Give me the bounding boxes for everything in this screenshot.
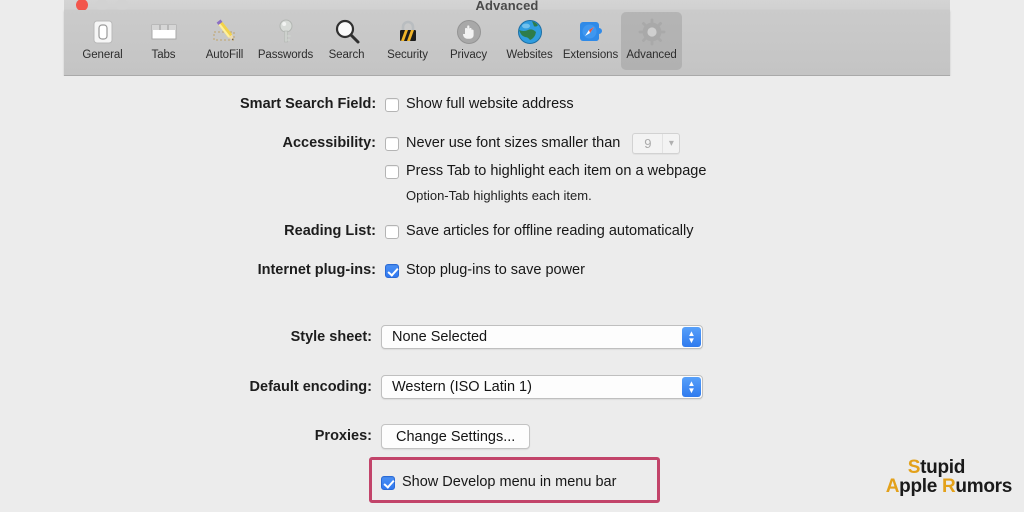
toolbar-label: Extensions	[562, 49, 619, 61]
passwords-icon	[269, 16, 303, 48]
search-icon	[330, 16, 364, 48]
toolbar-item-extensions[interactable]: Extensions	[560, 12, 621, 70]
press-tab-highlight-checkbox[interactable]	[385, 164, 399, 179]
security-icon	[391, 16, 425, 48]
preferences-toolbar: General Tabs AutoFill Passwords Search S…	[64, 10, 950, 76]
never-use-font-sizes-checkbox[interactable]	[385, 136, 399, 151]
watermark-r: R	[942, 475, 956, 497]
toolbar-label: Search	[328, 49, 365, 61]
websites-icon	[513, 16, 547, 48]
toolbar-label: Security	[387, 49, 428, 61]
advanced-icon	[635, 16, 669, 48]
reading-list-label: Reading List:	[284, 223, 376, 239]
accessibility-label: Accessibility:	[282, 135, 377, 151]
minimum-font-size-dropdown[interactable]: 9 ▾	[632, 133, 681, 154]
style-sheet-label: Style sheet:	[290, 329, 372, 345]
privacy-icon	[452, 16, 486, 48]
style-sheet-dropdown[interactable]: None Selected ▲ ▼	[381, 325, 703, 349]
stop-plugins-row[interactable]: Stop plug-ins to save power	[385, 261, 585, 280]
toolbar-item-websites[interactable]: Websites	[499, 12, 560, 70]
change-settings-button[interactable]: Change Settings...	[381, 424, 531, 449]
toolbar-label: Privacy	[449, 49, 487, 61]
press-tab-highlight-row[interactable]: Press Tab to highlight each item on a we…	[385, 162, 706, 181]
tabs-icon	[147, 16, 181, 48]
watermark-logo: Stupid Apple Rumors	[885, 458, 1013, 497]
proxies-label: Proxies:	[314, 428, 372, 444]
toolbar-item-privacy[interactable]: Privacy	[438, 12, 499, 70]
show-full-website-address-checkbox[interactable]	[385, 97, 399, 112]
row-accessibility: Accessibility: Never use font sizes smal…	[240, 133, 706, 203]
style-sheet-value: None Selected	[392, 329, 488, 345]
chevron-updown-icon: ▲ ▼	[682, 327, 701, 347]
watermark-pple: pple	[899, 475, 942, 497]
watermark-umors: umors	[955, 475, 1012, 497]
chevron-updown-icon: ▲ ▼	[682, 377, 701, 397]
advanced-preferences-pane: Smart Search Field: Show full website ad…	[0, 76, 1024, 512]
row-style-sheet: Style sheet: None Selected ▲ ▼	[236, 325, 703, 349]
show-develop-menu-checkbox[interactable]	[381, 475, 395, 490]
watermark-a: A	[885, 475, 900, 497]
save-articles-offline-label: Save articles for offline reading automa…	[406, 223, 694, 239]
save-articles-offline-row[interactable]: Save articles for offline reading automa…	[385, 222, 693, 241]
show-full-website-address-row[interactable]: Show full website address	[385, 95, 574, 114]
toolbar-label: Websites	[506, 49, 553, 61]
chevron-down-icon: ▾	[662, 134, 679, 153]
option-tab-hint: Option-Tab highlights each item.	[406, 188, 592, 203]
show-full-website-address-label: Show full website address	[406, 96, 574, 112]
toolbar-item-passwords[interactable]: Passwords	[255, 12, 316, 70]
watermark-line-2: Apple Rumors	[885, 475, 1013, 497]
toolbar-label: General	[82, 49, 123, 61]
autofill-icon	[208, 16, 242, 48]
stop-plugins-checkbox[interactable]	[385, 263, 399, 278]
minimum-font-size-value: 9	[644, 136, 652, 151]
general-icon	[86, 16, 120, 48]
minimum-font-size-row[interactable]: Never use font sizes smaller than 9 ▾	[385, 133, 706, 154]
save-articles-offline-checkbox[interactable]	[385, 224, 399, 239]
default-encoding-dropdown[interactable]: Western (ISO Latin 1) ▲ ▼	[381, 375, 703, 399]
toolbar-label: Tabs	[151, 49, 176, 61]
toolbar-item-autofill[interactable]: AutoFill	[194, 12, 255, 70]
default-encoding-value: Western (ISO Latin 1)	[392, 379, 532, 395]
row-smart-search-field: Smart Search Field: Show full website ad…	[240, 95, 574, 114]
toolbar-item-search[interactable]: Search	[316, 12, 377, 70]
toolbar-item-security[interactable]: Security	[377, 12, 438, 70]
never-use-font-sizes-label: Never use font sizes smaller than	[406, 135, 621, 151]
smart-search-field-label: Smart Search Field:	[240, 96, 377, 112]
show-develop-menu-row[interactable]: Show Develop menu in menu bar	[381, 473, 616, 492]
row-internet-plugins: Internet plug-ins: Stop plug-ins to save…	[240, 261, 585, 280]
stop-plugins-label: Stop plug-ins to save power	[406, 262, 585, 278]
row-proxies: Proxies: Change Settings...	[236, 424, 531, 449]
row-reading-list: Reading List: Save articles for offline …	[240, 222, 693, 241]
safari-preferences-window: Advanced General Tabs AutoFill Passwords…	[0, 0, 1024, 512]
row-develop-menu: Show Develop menu in menu bar	[381, 473, 616, 492]
row-default-encoding: Default encoding: Western (ISO Latin 1) …	[236, 375, 703, 399]
show-develop-menu-label: Show Develop menu in menu bar	[402, 474, 617, 490]
extensions-icon	[574, 16, 608, 48]
toolbar-label: Passwords	[257, 49, 314, 61]
toolbar-label: Advanced	[626, 49, 677, 61]
toolbar-item-advanced[interactable]: Advanced	[621, 12, 682, 70]
internet-plugins-label: Internet plug-ins:	[257, 262, 376, 278]
toolbar-item-tabs[interactable]: Tabs	[133, 12, 194, 70]
press-tab-highlight-label: Press Tab to highlight each item on a we…	[406, 163, 707, 179]
toolbar-label: AutoFill	[205, 49, 244, 61]
default-encoding-label: Default encoding:	[249, 379, 372, 395]
toolbar-item-general[interactable]: General	[72, 12, 133, 70]
